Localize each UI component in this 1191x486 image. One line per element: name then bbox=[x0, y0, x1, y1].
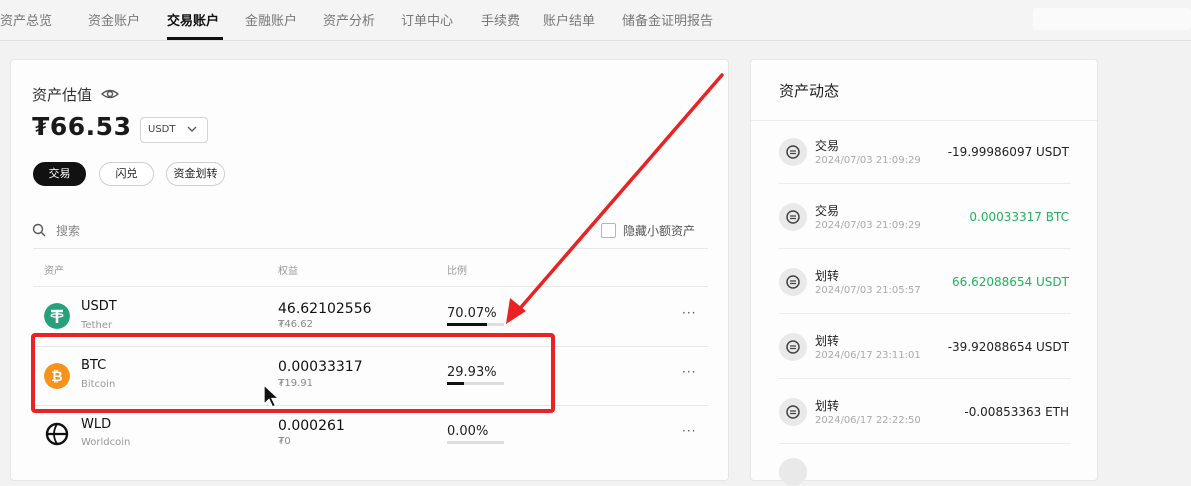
activity-amount: 66.62088654 USDT bbox=[952, 275, 1069, 289]
tab-proof-of-reserves[interactable]: 储备金证明报告 bbox=[622, 10, 713, 29]
activity-time: 2024/07/03 21:05:57 bbox=[815, 285, 921, 296]
asset-symbol: WLD bbox=[81, 417, 112, 432]
tab-asset-overview[interactable]: 资产总览 bbox=[0, 10, 52, 29]
column-header-ratio: 比例 bbox=[447, 266, 467, 277]
activity-item[interactable]: 划转 2024/06/17 22:22:50 -0.00853363 ETH bbox=[751, 382, 1097, 447]
eye-icon[interactable] bbox=[101, 86, 119, 102]
divider bbox=[779, 313, 1071, 314]
more-options-icon[interactable]: ··· bbox=[682, 306, 696, 320]
activity-item[interactable]: 划转 2024/07/03 21:05:57 66.62088654 USDT bbox=[751, 252, 1097, 317]
convert-button[interactable]: 闪兑 bbox=[99, 162, 154, 186]
tab-account-statement[interactable]: 账户结单 bbox=[543, 10, 595, 29]
activity-time: 2024/06/17 23:11:01 bbox=[815, 350, 921, 361]
activity-icon bbox=[779, 333, 807, 361]
chevron-down-icon bbox=[187, 126, 197, 132]
activity-type: 划转 bbox=[815, 269, 840, 283]
activity-type: 交易 bbox=[815, 204, 840, 218]
search-icon bbox=[32, 223, 46, 237]
worldcoin-icon bbox=[45, 422, 69, 446]
asset-ratio: 70.07% bbox=[447, 306, 497, 321]
divider bbox=[33, 248, 708, 249]
asset-symbol: USDT bbox=[81, 299, 117, 314]
divider bbox=[779, 183, 1071, 184]
tab-finance-account[interactable]: 金融账户 bbox=[245, 10, 297, 29]
ratio-bar bbox=[447, 441, 504, 444]
tab-trading-account[interactable]: 交易账户 bbox=[167, 10, 219, 29]
account-tabs: 资产总览 资金账户 交易账户 金融账户 资产分析 订单中心 手续费 账户结单 储… bbox=[0, 0, 1191, 41]
tab-fees[interactable]: 手续费 bbox=[481, 10, 520, 29]
transfer-button[interactable]: 资金划转 bbox=[166, 162, 225, 186]
activity-item[interactable]: 交易 2024/07/03 21:09:29 -19.99986097 USDT bbox=[751, 122, 1097, 187]
activity-time: 2024/06/17 22:22:50 bbox=[815, 415, 921, 426]
activity-icon bbox=[779, 398, 807, 426]
ratio-bar-fill bbox=[447, 323, 487, 326]
asset-name: Tether bbox=[81, 320, 113, 331]
activity-amount: -19.99986097 USDT bbox=[947, 145, 1069, 159]
column-header-asset: 资产 bbox=[44, 266, 64, 277]
activity-time: 2024/07/03 21:09:29 bbox=[815, 155, 921, 166]
more-options-icon[interactable]: ··· bbox=[682, 424, 696, 438]
hide-small-assets-checkbox[interactable] bbox=[601, 223, 616, 238]
trade-button[interactable]: 交易 bbox=[33, 162, 86, 186]
tab-funding-account[interactable]: 资金账户 bbox=[88, 10, 140, 29]
currency-select[interactable]: USDT bbox=[140, 117, 208, 143]
asset-activity-title: 资产动态 bbox=[779, 82, 840, 100]
activity-type: 划转 bbox=[815, 399, 840, 413]
activity-time: 2024/07/03 21:09:29 bbox=[815, 220, 921, 231]
activity-type: 划转 bbox=[815, 334, 840, 348]
top-search-box[interactable] bbox=[1033, 8, 1191, 30]
activity-icon bbox=[779, 268, 807, 296]
search-placeholder: 搜索 bbox=[56, 224, 81, 238]
activity-icon bbox=[779, 138, 807, 166]
column-header-equity: 权益 bbox=[278, 266, 298, 277]
divider bbox=[779, 378, 1071, 379]
currency-select-value: USDT bbox=[148, 124, 176, 135]
more-options-icon[interactable]: ··· bbox=[682, 365, 696, 379]
asset-fiat-value: ₮0 bbox=[278, 436, 291, 447]
trading-account-panel: 资产估值 ₮66.53 USDT 交易 闪兑 资金划转 搜索 隐藏小额资产 资产… bbox=[10, 59, 729, 481]
asset-valuation-title: 资产估值 bbox=[32, 86, 93, 104]
activity-amount: -39.92088654 USDT bbox=[947, 340, 1069, 354]
asset-amount: 0.000261 bbox=[278, 418, 345, 434]
activity-icon bbox=[779, 203, 807, 231]
activity-amount: -0.00853363 ETH bbox=[964, 405, 1069, 419]
tab-asset-analysis[interactable]: 资产分析 bbox=[323, 10, 375, 29]
table-row-wld[interactable]: WLD Worldcoin 0.000261 ₮0 0.00% ··· bbox=[11, 406, 728, 464]
active-tab-indicator bbox=[167, 37, 223, 40]
mouse-cursor-icon bbox=[263, 384, 281, 408]
btc-row-highlight bbox=[31, 333, 555, 413]
tether-icon bbox=[44, 303, 70, 329]
asset-fiat-value: ₮46.62 bbox=[278, 319, 313, 330]
activity-item[interactable]: 划转 2024/06/17 23:11:01 -39.92088654 USDT bbox=[751, 317, 1097, 382]
tab-order-center[interactable]: 订单中心 bbox=[401, 10, 453, 29]
asset-ratio: 0.00% bbox=[447, 424, 489, 439]
activity-item[interactable]: 交易 2024/07/03 21:09:29 0.00033317 BTC bbox=[751, 187, 1097, 252]
hide-small-assets-label: 隐藏小额资产 bbox=[623, 224, 696, 238]
divider bbox=[779, 248, 1071, 249]
activity-icon bbox=[779, 458, 807, 486]
divider bbox=[779, 443, 1071, 444]
asset-activity-panel: 资产动态 交易 2024/07/03 21:09:29 -19.99986097… bbox=[750, 59, 1098, 486]
divider bbox=[33, 286, 708, 287]
activity-type: 交易 bbox=[815, 139, 840, 153]
total-balance: ₮66.53 bbox=[32, 112, 132, 141]
ratio-bar bbox=[447, 323, 504, 326]
asset-name: Worldcoin bbox=[81, 437, 131, 448]
divider bbox=[751, 120, 1097, 121]
activity-amount: 0.00033317 BTC bbox=[969, 210, 1069, 224]
asset-amount: 46.62102556 bbox=[278, 301, 372, 317]
